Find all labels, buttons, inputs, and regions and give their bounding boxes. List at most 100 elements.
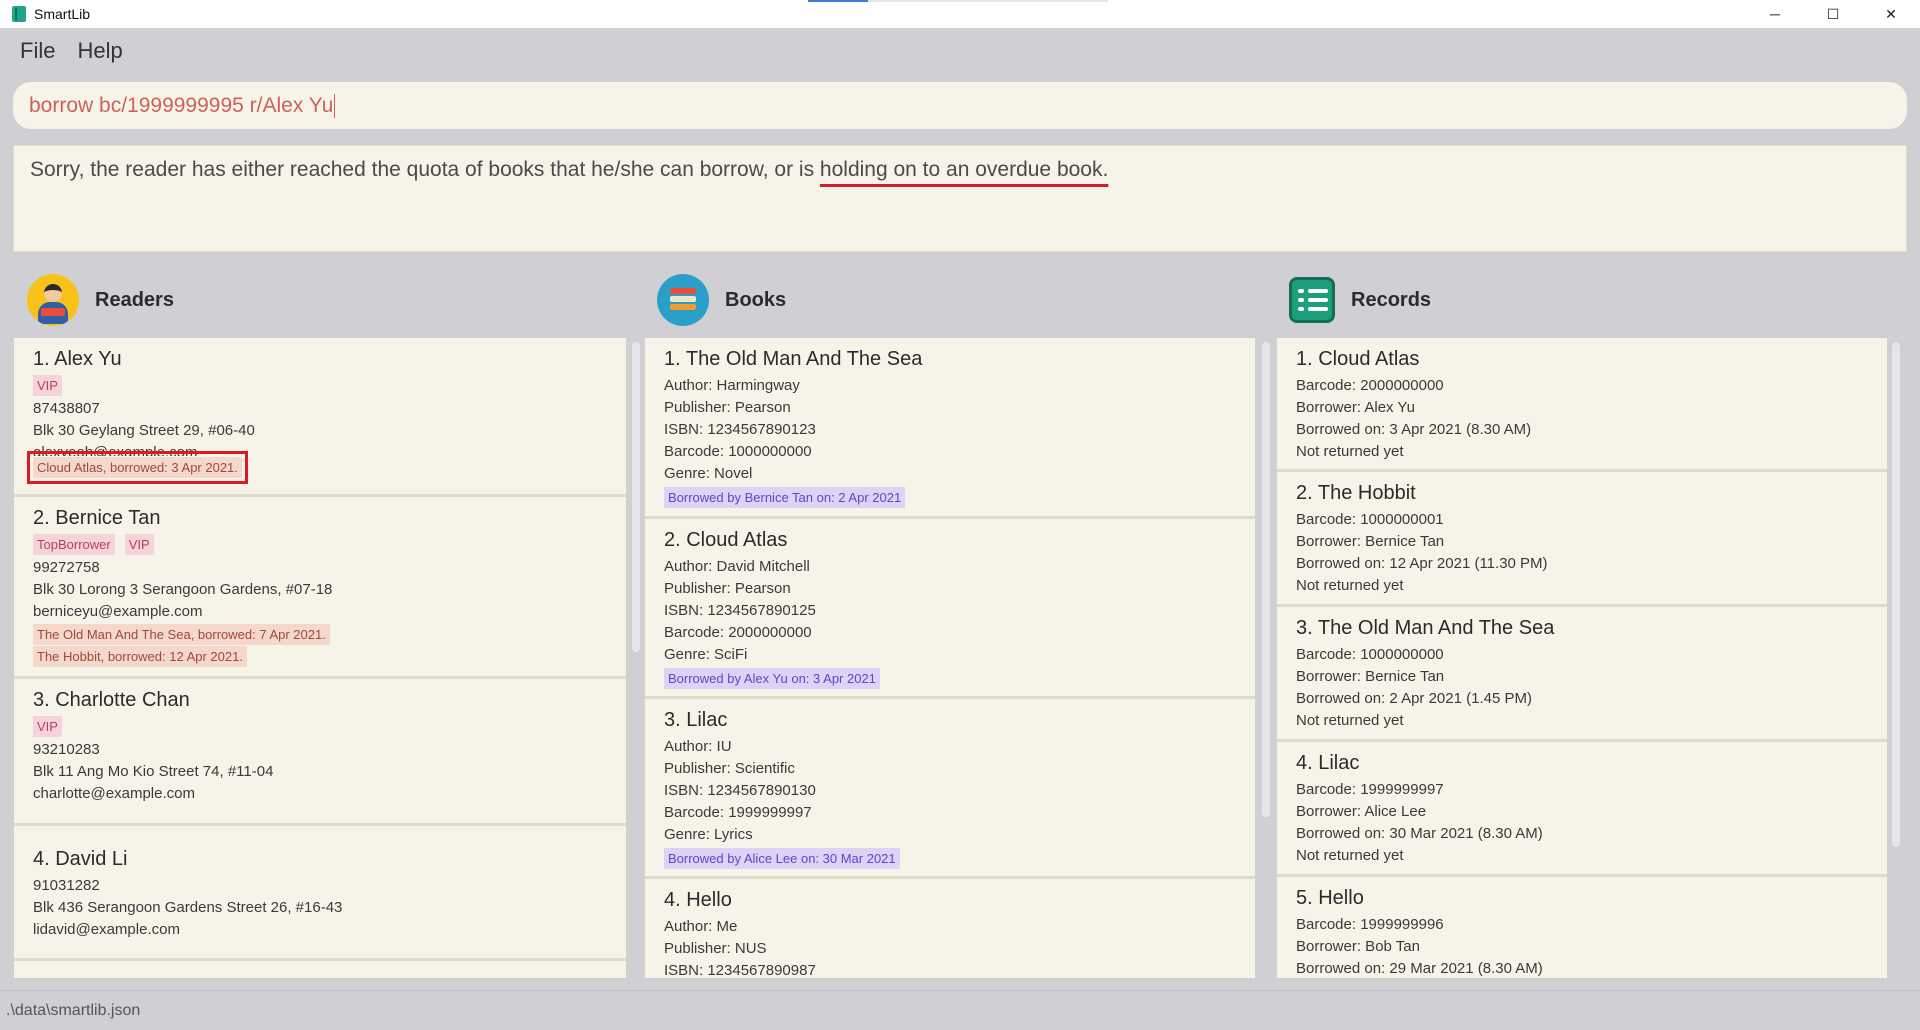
- record-card[interactable]: 4. Lilac Barcode: 1999999997 Borrower: A…: [1277, 742, 1887, 877]
- readers-scroll-thumb[interactable]: [632, 342, 640, 652]
- book-isbn: ISBN: 1234567890123: [664, 421, 816, 438]
- books-list[interactable]: 1. The Old Man And The Sea Author: Harmi…: [645, 338, 1255, 978]
- command-input[interactable]: borrow bc/1999999995 r/Alex Yu: [13, 82, 1907, 129]
- book-publisher: Publisher: NUS: [664, 940, 767, 957]
- status-bar: .\data\smartlib.json: [0, 990, 1920, 1030]
- reader-email: lidavid@example.com: [33, 921, 180, 938]
- records-scrollbar[interactable]: [1890, 338, 1902, 978]
- title-progress: [808, 0, 1108, 2]
- records-list[interactable]: 1. Cloud Atlas Barcode: 2000000000 Borro…: [1277, 338, 1887, 978]
- records-icon: [1289, 277, 1335, 323]
- book-isbn: ISBN: 1234567890130: [664, 782, 816, 799]
- window-title: SmartLib: [34, 6, 91, 22]
- record-status: Not returned yet: [1296, 577, 1404, 594]
- menu-help[interactable]: Help: [77, 38, 122, 64]
- reader-tags: VIP: [33, 375, 608, 396]
- book-author: Author: Me: [664, 918, 738, 935]
- books-title: Books: [725, 288, 787, 311]
- main-window: File Help borrow bc/1999999995 r/Alex Yu…: [0, 28, 1920, 1030]
- record-borrowed-on: Borrowed on: 30 Mar 2021 (8.30 AM): [1296, 825, 1543, 842]
- book-author: Author: Harmingway: [664, 377, 800, 394]
- readers-list[interactable]: 1. Alex Yu VIP 87438807 Blk 30 Geylang S…: [14, 338, 626, 978]
- reader-address: Blk 436 Serangoon Gardens Street 26, #16…: [33, 899, 343, 916]
- records-panel-header: Records: [1289, 272, 1431, 328]
- menu-file[interactable]: File: [20, 38, 55, 64]
- book-genre: Genre: Lyrics: [664, 826, 753, 843]
- book-card[interactable]: 4. Hello Author: Me Publisher: NUS ISBN:…: [645, 879, 1255, 978]
- reader-loan-highlighted: Cloud Atlas, borrowed: 3 Apr 2021.: [27, 451, 248, 484]
- books-scroll-thumb[interactable]: [1262, 342, 1270, 817]
- app-logo-icon: [12, 6, 26, 22]
- reader-card[interactable]: 3. Charlotte Chan VIP 93210283 Blk 11 An…: [14, 679, 626, 826]
- tag: VIP: [33, 375, 62, 396]
- records-scroll-thumb[interactable]: [1892, 342, 1900, 847]
- reader-name: 3. Charlotte Chan: [33, 689, 190, 711]
- window-titlebar: SmartLib ─ ☐ ✕: [0, 0, 1920, 28]
- book-title: 1. The Old Man And The Sea: [664, 348, 923, 370]
- reader-phone: 91031282: [33, 877, 100, 894]
- record-title: 5. Hello: [1296, 887, 1364, 909]
- record-barcode: Barcode: 1000000000: [1296, 646, 1444, 663]
- record-card[interactable]: 3. The Old Man And The Sea Barcode: 1000…: [1277, 607, 1887, 742]
- tag: TopBorrower: [33, 534, 115, 555]
- minimize-button[interactable]: ─: [1746, 0, 1804, 28]
- record-borrower: Borrower: Bernice Tan: [1296, 533, 1445, 550]
- maximize-button[interactable]: ☐: [1804, 0, 1862, 28]
- reader-name: 1. Alex Yu: [33, 348, 122, 370]
- book-card[interactable]: 3. Lilac Author: IU Publisher: Scientifi…: [645, 699, 1255, 879]
- reader-email: alexyeoh@example.com: [33, 444, 198, 456]
- reader-phone: 87438807: [33, 400, 100, 417]
- reader-loan: The Old Man And The Sea, borrowed: 7 Apr…: [33, 624, 330, 645]
- tag: VIP: [124, 534, 154, 555]
- window-controls: ─ ☐ ✕: [1746, 0, 1920, 28]
- record-card[interactable]: 2. The Hobbit Barcode: 1000000001 Borrow…: [1277, 472, 1887, 607]
- storage-path: .\data\smartlib.json: [6, 1001, 141, 1019]
- record-borrower: Borrower: Bernice Tan: [1296, 668, 1445, 685]
- menu-bar: File Help: [0, 28, 1920, 74]
- record-card[interactable]: 1. Cloud Atlas Barcode: 2000000000 Borro…: [1277, 338, 1887, 472]
- readers-scrollbar[interactable]: [630, 338, 642, 978]
- book-title: 2. Cloud Atlas: [664, 529, 788, 551]
- book-publisher: Publisher: Pearson: [664, 399, 791, 416]
- record-title: 3. The Old Man And The Sea: [1296, 617, 1555, 639]
- record-status: Not returned yet: [1296, 712, 1404, 729]
- reader-card[interactable]: 4. David Li 91031282 Blk 436 Serangoon G…: [14, 826, 626, 961]
- reader-card[interactable]: [14, 961, 626, 978]
- record-borrowed-on: Borrowed on: 29 Mar 2021 (8.30 AM): [1296, 960, 1543, 977]
- result-text-main: Sorry, the reader has either reached the…: [30, 158, 820, 181]
- book-isbn: ISBN: 1234567890125: [664, 602, 816, 619]
- reader-card[interactable]: 2. Bernice Tan TopBorrower VIP 99272758 …: [14, 497, 626, 679]
- record-barcode: Barcode: 1999999997: [1296, 781, 1444, 798]
- result-display: Sorry, the reader has either reached the…: [13, 145, 1907, 252]
- record-barcode: Barcode: 2000000000: [1296, 377, 1444, 394]
- text-caret: [334, 93, 336, 118]
- tag: VIP: [33, 716, 62, 737]
- reader-card[interactable]: 1. Alex Yu VIP 87438807 Blk 30 Geylang S…: [14, 338, 626, 497]
- book-card[interactable]: 1. The Old Man And The Sea Author: Harmi…: [645, 338, 1255, 519]
- record-borrower: Borrower: Bob Tan: [1296, 938, 1420, 955]
- result-text-underlined: holding on to an overdue book.: [819, 158, 1109, 181]
- books-scrollbar[interactable]: [1260, 338, 1272, 978]
- book-borrowed-tag: Borrowed by Alex Yu on: 3 Apr 2021: [664, 668, 880, 689]
- book-publisher: Publisher: Scientific: [664, 760, 795, 777]
- reader-phone: 93210283: [33, 741, 100, 758]
- book-genre: Genre: Novel: [664, 465, 753, 482]
- book-barcode: Barcode: 1000000000: [664, 443, 812, 460]
- reader-tags: VIP: [33, 716, 608, 737]
- books-panel-header: Books: [657, 272, 786, 328]
- close-button[interactable]: ✕: [1862, 0, 1920, 28]
- record-card[interactable]: 5. Hello Barcode: 1999999996 Borrower: B…: [1277, 877, 1887, 978]
- reader-address: Blk 30 Geylang Street 29, #06-40: [33, 422, 255, 439]
- record-title: 2. The Hobbit: [1296, 482, 1416, 504]
- book-author: Author: David Mitchell: [664, 558, 810, 575]
- book-borrowed-tag: Borrowed by Bernice Tan on: 2 Apr 2021: [664, 487, 906, 508]
- reader-name: 2. Bernice Tan: [33, 507, 161, 529]
- record-borrower: Borrower: Alice Lee: [1296, 803, 1427, 820]
- readers-panel-header: Readers: [27, 272, 174, 328]
- book-borrowed-tag: Borrowed by Alice Lee on: 30 Mar 2021: [664, 848, 900, 869]
- book-publisher: Publisher: Pearson: [664, 580, 791, 597]
- reader-email: berniceyu@example.com: [33, 603, 203, 620]
- book-genre: Genre: SciFi: [664, 646, 748, 663]
- book-card[interactable]: 2. Cloud Atlas Author: David Mitchell Pu…: [645, 519, 1255, 699]
- reader-tags: TopBorrower VIP: [33, 534, 608, 555]
